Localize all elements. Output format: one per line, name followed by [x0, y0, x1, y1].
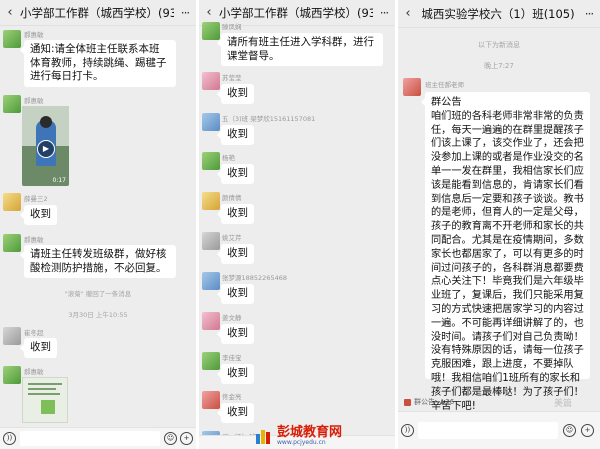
pinned-notice-count: 26	[445, 398, 455, 406]
video-duration: 0:17	[52, 177, 66, 184]
avatar[interactable]	[202, 22, 220, 40]
input-bar: )) ☺ +	[0, 427, 196, 449]
emoji-icon[interactable]: ☺	[164, 432, 177, 445]
more-icon[interactable]: ···	[578, 7, 600, 21]
recall-notice: "滚菊" 撤回了一条消息	[64, 290, 132, 298]
voice-icon[interactable]: ))	[3, 432, 16, 445]
avatar[interactable]	[202, 113, 220, 131]
plus-icon[interactable]: +	[581, 424, 594, 437]
books-icon	[256, 428, 274, 444]
avatar[interactable]	[3, 193, 21, 211]
back-arrow-icon[interactable]: ‹	[0, 5, 20, 20]
sender-name: 佟金亮	[222, 393, 242, 401]
sender-name: 滕凤娴	[222, 23, 242, 31]
message-bubble[interactable]: 请所有班主任进入学科群，进行课堂督导。	[217, 33, 383, 67]
chat-title: 小学部工作群（城西学校）(93)	[219, 5, 373, 20]
image-message[interactable]	[22, 377, 68, 423]
more-icon[interactable]: ···	[174, 6, 196, 20]
meipian-logo: 美篇	[554, 399, 573, 409]
group-notice-bubble[interactable]: 群公告 咱们班的各科老师非常非常的负责任，每天一遍遍的在群里提醒孩子们该上课了，…	[421, 92, 590, 412]
chat-header: ‹ 城西实验学校六（1）班(105) ···	[398, 0, 600, 28]
message-bubble[interactable]: 收到	[217, 164, 254, 184]
play-icon[interactable]: ▶	[37, 140, 55, 158]
avatar[interactable]	[3, 327, 21, 345]
message-bubble[interactable]: 收到	[217, 204, 254, 224]
message-bubble[interactable]: 收到	[217, 364, 254, 384]
timestamp: 3月30日 上午10:55	[68, 311, 128, 319]
message-input[interactable]	[418, 422, 558, 439]
chat-header: ‹ 小学部工作群（城西学校）(93) ···	[0, 0, 196, 26]
input-bar: )) ☺ +	[398, 411, 600, 449]
message-bubble[interactable]: 收到	[217, 284, 254, 304]
back-arrow-icon[interactable]: ‹	[199, 5, 219, 20]
chat-panel-3: ‹ 城西实验学校六（1）班(105) ··· 以下为新消息 晚上7:27 班主任…	[398, 0, 600, 449]
message-bubble[interactable]: 收到	[20, 338, 57, 358]
message-bubble[interactable]: 收到	[217, 324, 254, 344]
plus-icon[interactable]: +	[180, 432, 193, 445]
new-messages-divider: 以下为新消息	[478, 41, 520, 49]
sender-name: 张梦源18852265468	[222, 274, 287, 282]
avatar[interactable]	[202, 391, 220, 409]
sender-name: 苏莹莹	[222, 74, 242, 82]
avatar[interactable]	[202, 192, 220, 210]
watermark-url: www.pcjyedu.cn	[277, 439, 326, 446]
message-input[interactable]	[20, 431, 160, 446]
notice-header: 群公告	[431, 97, 462, 108]
avatar[interactable]	[202, 72, 220, 90]
sender-name: 郝惠敏	[24, 31, 44, 39]
message-bubble[interactable]: 收到	[217, 403, 254, 423]
sender-name: 郝惠敏	[24, 236, 44, 244]
video-message[interactable]: ▶ 0:17	[22, 106, 69, 186]
emoji-icon[interactable]: ☺	[563, 424, 576, 437]
message-bubble[interactable]: 通知:请全体班主任联系本班体育教师，持续跳绳、踢毽子进行每日打卡。	[20, 40, 176, 87]
sender-name: 姚艾芹	[222, 234, 242, 242]
chat-panel-2: ‹ 小学部工作群（城西学校）(93) ··· 滕凤娴 请所有班主任进入学科群，进…	[199, 0, 395, 449]
avatar[interactable]	[202, 312, 220, 330]
sender-name: 颜倩倩	[222, 194, 242, 202]
sender-name: 郝惠敏	[24, 97, 44, 105]
avatar[interactable]	[3, 234, 21, 252]
avatar[interactable]	[202, 352, 220, 370]
sender-name: 五（3)班 梁梦欣15161157081	[222, 115, 316, 123]
message-bubble[interactable]: 收到	[20, 205, 57, 225]
notice-body: 咱们班的各科老师非常非常的负责任，每天一遍遍的在群里提醒孩子们该上课了，该交作业…	[431, 110, 584, 412]
message-bubble[interactable]: 收到	[217, 244, 254, 264]
avatar[interactable]	[3, 366, 21, 384]
message-bubble[interactable]: 收到	[217, 84, 254, 104]
voice-icon[interactable]: ))	[401, 424, 414, 437]
avatar[interactable]	[3, 95, 21, 113]
sender-name: 李佳宝	[222, 354, 242, 362]
avatar[interactable]	[3, 30, 21, 48]
megaphone-icon	[404, 398, 411, 406]
timestamp: 晚上7:27	[484, 62, 514, 70]
watermark: 彭城教育网 www.pcjyedu.cn	[256, 426, 342, 446]
pinned-notice-label: 群公告	[414, 398, 435, 406]
sender-name: 姜文静	[222, 314, 242, 322]
sender-name: 班主任郝老师	[425, 81, 464, 89]
message-bubble[interactable]: 收到	[217, 125, 254, 145]
chat-panel-1: ‹ 小学部工作群（城西学校）(93) ··· 郝惠敏 通知:请全体班主任联系本班…	[0, 0, 196, 449]
sender-name: 杨艳	[222, 154, 235, 162]
sender-name: 薛曼三2	[24, 195, 48, 203]
message-bubble[interactable]: 请班主任转发班级群，做好核酸检测防护措施，不必回复。	[20, 245, 176, 279]
avatar[interactable]	[202, 232, 220, 250]
watermark-name: 彭城教育网	[277, 425, 343, 440]
avatar[interactable]	[202, 152, 220, 170]
chat-title: 小学部工作群（城西学校）(93)	[20, 5, 174, 20]
chat-title: 城西实验学校六（1）班(105)	[421, 6, 575, 21]
sender-name: 崔冬超	[24, 329, 44, 337]
more-icon[interactable]: ···	[373, 6, 395, 20]
sender-name: 郝惠敏	[24, 368, 44, 376]
avatar[interactable]	[202, 272, 220, 290]
back-arrow-icon[interactable]: ‹	[398, 6, 418, 21]
avatar[interactable]	[403, 78, 421, 96]
